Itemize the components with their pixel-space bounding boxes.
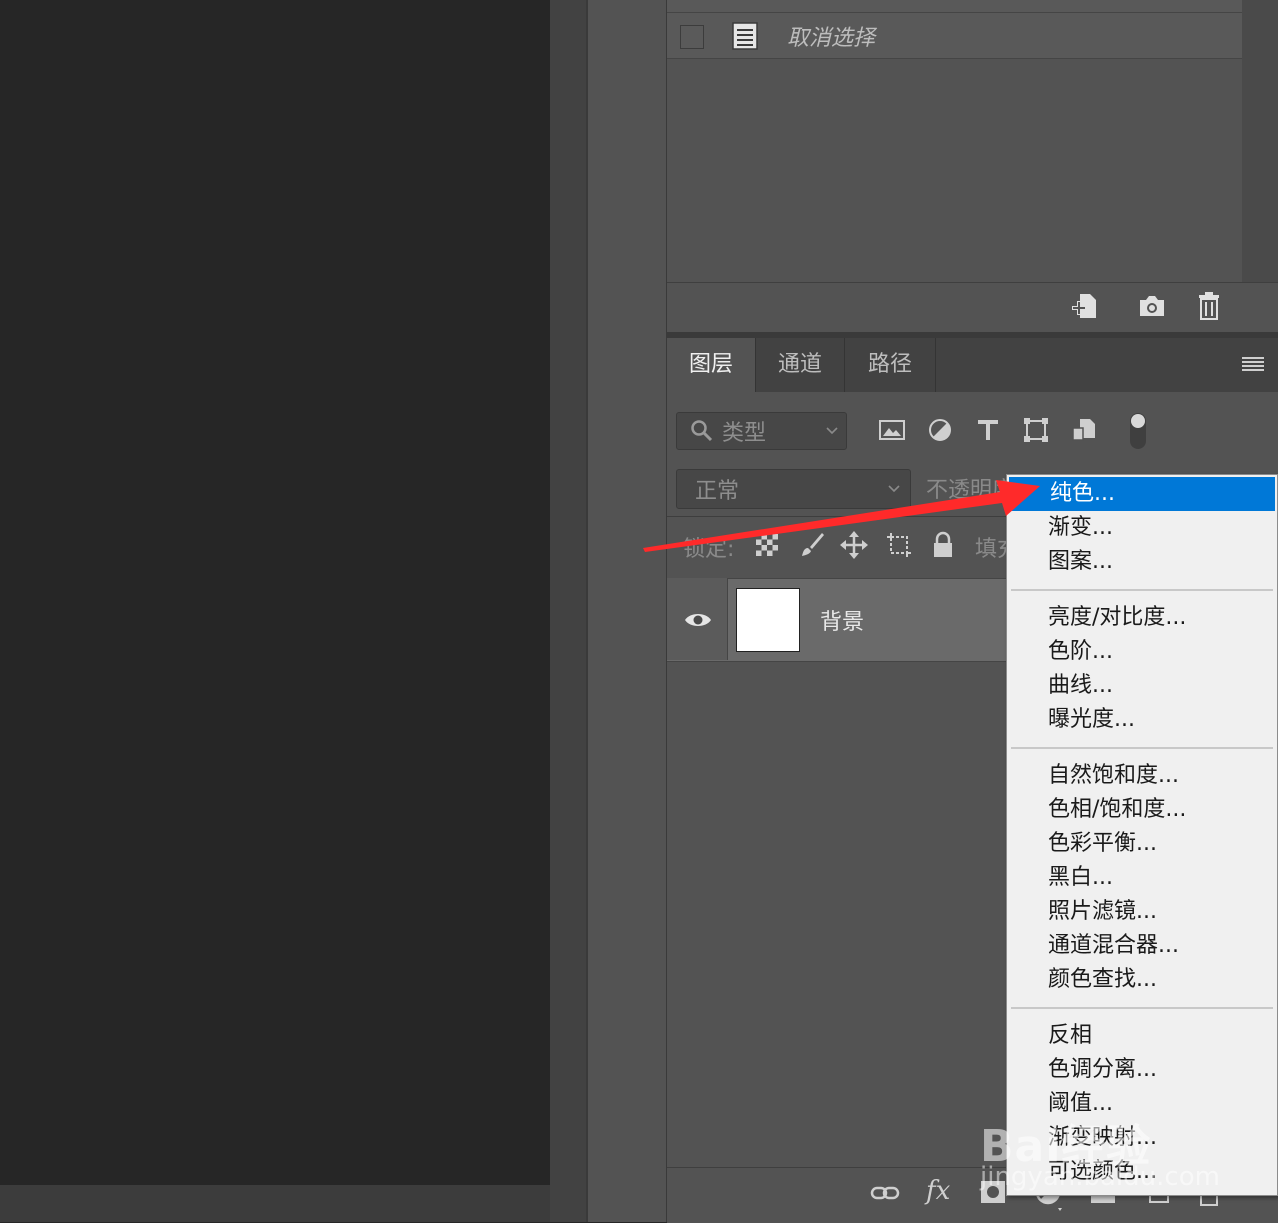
layer-filter-label: 类型 — [722, 421, 767, 446]
chevron-down-icon — [826, 427, 838, 435]
menu-separator — [1011, 747, 1273, 749]
menu-item-pattern[interactable]: 图案... — [1007, 545, 1275, 579]
adjustment-context-menu: 纯色... 渐变... 图案... 亮度/对比度... 色阶... 曲线... … — [1006, 474, 1278, 1196]
search-icon — [691, 420, 713, 442]
opacity-label: 不透明度 — [926, 478, 1015, 503]
brush-lock-icon[interactable] — [798, 531, 826, 559]
menu-item-exposure[interactable]: 曝光度... — [1007, 703, 1275, 737]
trash-icon[interactable] — [1198, 292, 1220, 320]
eye-icon[interactable] — [684, 610, 712, 630]
menu-item-invert[interactable]: 反相 — [1007, 1019, 1275, 1053]
type-layer-filter-icon[interactable] — [974, 416, 1002, 444]
image-layer-filter-icon[interactable] — [878, 416, 906, 444]
panel-dock-gutter — [550, 0, 586, 1222]
fx-icon[interactable]: fx — [926, 1176, 950, 1206]
menu-item-color-lookup[interactable]: 颜色查找... — [1007, 963, 1275, 997]
menu-separator — [1011, 1007, 1273, 1009]
layer-name[interactable]: 背景 — [820, 604, 864, 636]
move-lock-icon[interactable] — [840, 531, 868, 559]
menu-item-brightness-contrast[interactable]: 亮度/对比度... — [1007, 601, 1275, 635]
artboard-lock-icon[interactable] — [885, 531, 913, 559]
filter-toggle-switch[interactable] — [1128, 412, 1148, 450]
smart-object-filter-icon[interactable] — [1070, 416, 1098, 444]
menu-item-black-white[interactable]: 黑白... — [1007, 861, 1275, 895]
shape-layer-filter-icon[interactable] — [1022, 416, 1050, 444]
tab-paths[interactable]: 路径 — [845, 338, 936, 392]
menu-item-vibrance[interactable]: 自然饱和度... — [1007, 759, 1275, 793]
camera-snapshot-icon[interactable] — [1138, 294, 1166, 318]
menu-item-curves[interactable]: 曲线... — [1007, 669, 1275, 703]
divider — [667, 516, 1007, 517]
tab-layers[interactable]: 图层 — [667, 338, 756, 392]
adjustment-layer-filter-icon[interactable] — [926, 416, 954, 444]
menu-item-posterize[interactable]: 色调分离... — [1007, 1053, 1275, 1087]
menu-separator — [1011, 589, 1273, 591]
collapsed-panel-strip — [586, 0, 669, 1222]
chevron-down-icon — [888, 485, 900, 493]
menu-item-solid-color[interactable]: 纯色... — [1009, 477, 1275, 511]
panel-menu-icon[interactable] — [1242, 356, 1264, 372]
lock-transparent-pixels-icon[interactable] — [756, 534, 778, 556]
lock-all-icon[interactable] — [932, 531, 954, 559]
history-snapshot-checkbox[interactable] — [680, 25, 704, 49]
history-document-icon — [732, 22, 758, 50]
history-footer — [667, 282, 1278, 333]
history-row-partial[interactable] — [667, 0, 1242, 13]
new-document-from-state-icon[interactable] — [1070, 292, 1100, 320]
tab-channels[interactable]: 通道 — [756, 338, 845, 392]
menu-item-channel-mixer[interactable]: 通道混合器... — [1007, 929, 1275, 963]
layer-thumbnail — [736, 588, 800, 652]
menu-item-color-balance[interactable]: 色彩平衡... — [1007, 827, 1275, 861]
history-item-label: 取消选择 — [787, 26, 876, 51]
document-canvas-area — [0, 0, 550, 1222]
menu-item-gradient[interactable]: 渐变... — [1007, 511, 1275, 545]
blend-mode-value: 正常 — [695, 479, 740, 504]
history-scrollbar[interactable] — [1242, 0, 1278, 282]
menu-item-levels[interactable]: 色阶... — [1007, 635, 1275, 669]
menu-item-photo-filter[interactable]: 照片滤镜... — [1007, 895, 1275, 929]
watermark-url: jingyan.baidu.com — [980, 1162, 1220, 1192]
menu-item-hue-saturation[interactable]: 色相/饱和度... — [1007, 793, 1275, 827]
link-layers-icon[interactable] — [870, 1183, 900, 1203]
lock-label: 锁定: — [683, 537, 735, 562]
canvas-horizontal-scrollbar[interactable] — [0, 1185, 580, 1222]
